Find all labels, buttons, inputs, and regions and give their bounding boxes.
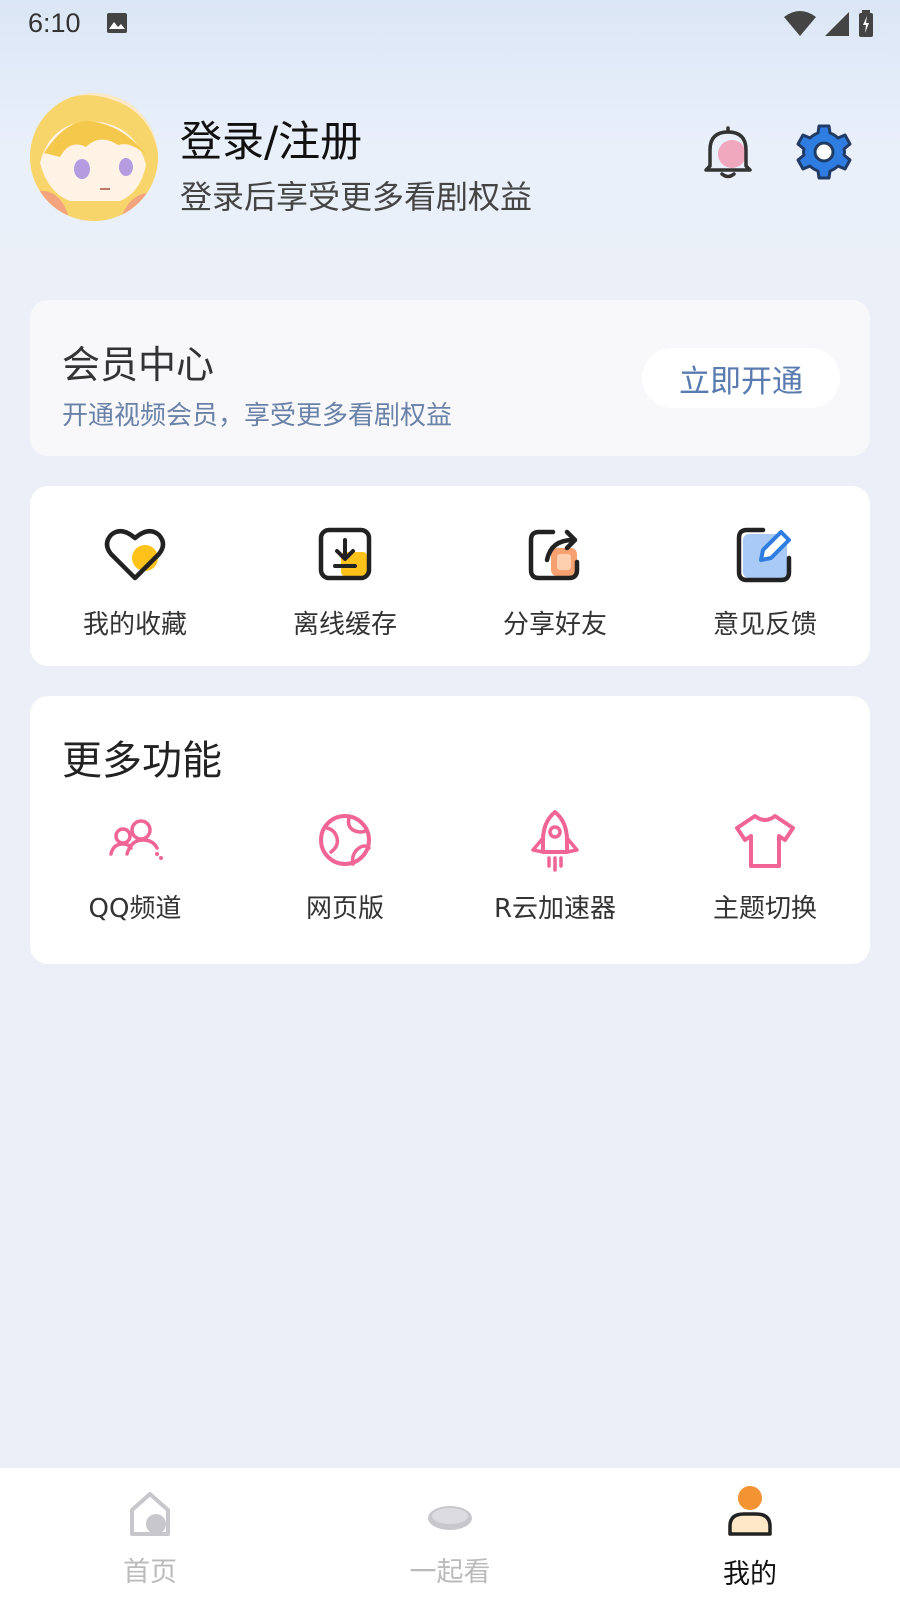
r-cloud-accelerator-button[interactable]: R云加速器 (450, 808, 660, 925)
gear-icon (796, 124, 852, 180)
wifi-icon (784, 11, 816, 36)
more-functions-title: 更多功能 (62, 738, 222, 784)
download-icon (318, 527, 372, 581)
signal-icon (825, 12, 849, 36)
vip-center-card[interactable]: 会员中心 开通视频会员，享受更多看剧权益 立即开通 (30, 300, 870, 456)
nav-watch-together-label: 一起看 (409, 1557, 491, 1588)
login-subtitle: 登录后享受更多看剧权益 (180, 178, 533, 216)
rocket-icon (531, 810, 579, 872)
theme-switch-button[interactable]: 主题切换 (660, 808, 870, 925)
r-cloud-accelerator-label: R云加速器 (493, 894, 617, 924)
bottom-nav: 首页 一起看 我的 (0, 1468, 900, 1600)
theme-switch-label: 主题切换 (712, 894, 817, 924)
vip-title: 会员中心 (62, 343, 215, 387)
notification-button[interactable] (702, 124, 754, 180)
nav-home[interactable]: 首页 (70, 1490, 230, 1589)
shirt-icon (735, 814, 795, 868)
globe-icon (319, 814, 371, 866)
share-friends-button[interactable]: 分享好友 (450, 522, 660, 641)
share-friends-label: 分享好友 (502, 610, 607, 640)
web-version-button[interactable]: 网页版 (240, 808, 450, 925)
login-title[interactable]: 登录/注册 (180, 108, 362, 169)
share-icon (528, 529, 580, 581)
edit-icon (736, 527, 792, 583)
nav-profile[interactable]: 我的 (670, 1484, 830, 1591)
heart-icon (104, 528, 166, 581)
qq-channel-button[interactable]: QQ频道 (30, 808, 240, 925)
qq-channel-label: QQ频道 (88, 894, 182, 924)
offline-cache-button[interactable]: 离线缓存 (240, 522, 450, 641)
more-functions-card: 更多功能 QQ频道 网页版 R云加速器 主题切换 (30, 696, 870, 964)
status-bar: 6:10 (0, 0, 900, 50)
offline-cache-label: 离线缓存 (292, 610, 397, 640)
watch-together-icon (428, 1506, 472, 1530)
group-icon (109, 819, 163, 860)
nav-home-label: 首页 (123, 1557, 177, 1588)
nav-profile-label: 我的 (723, 1559, 777, 1590)
vip-subtitle: 开通视频会员，享受更多看剧权益 (62, 401, 453, 431)
profile-icon (728, 1486, 772, 1536)
image-notification-icon (106, 12, 128, 38)
web-version-label: 网页版 (305, 894, 384, 924)
battery-icon (859, 10, 873, 37)
avatar[interactable] (30, 93, 158, 221)
feedback-button[interactable]: 意见反馈 (660, 522, 870, 641)
activate-vip-button[interactable]: 立即开通 (642, 348, 840, 408)
home-icon (130, 1492, 170, 1536)
settings-button[interactable] (796, 124, 852, 180)
favorites-button[interactable]: 我的收藏 (30, 522, 240, 641)
bell-icon (704, 126, 752, 179)
quick-actions-card: 我的收藏 离线缓存 分享好友 意见反馈 (30, 486, 870, 666)
feedback-label: 意见反馈 (712, 610, 817, 640)
status-indicators (784, 10, 874, 38)
favorites-label: 我的收藏 (82, 610, 187, 640)
status-time: 6:10 (28, 8, 81, 38)
nav-watch-together[interactable]: 一起看 (370, 1498, 530, 1589)
